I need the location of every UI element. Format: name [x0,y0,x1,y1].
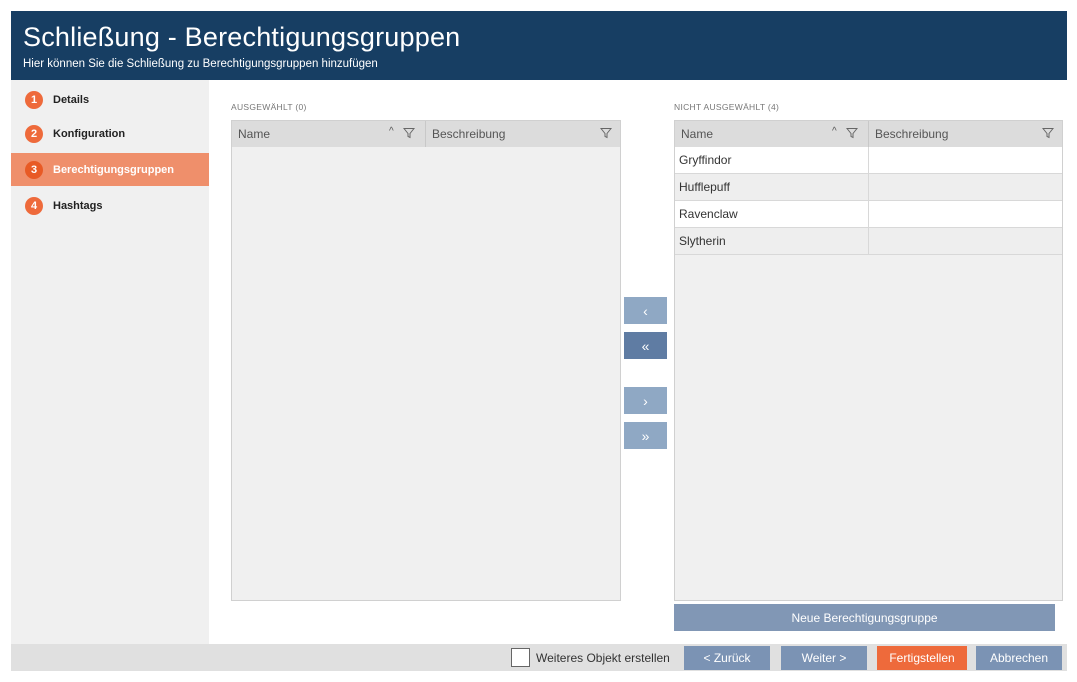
filter-icon[interactable] [846,127,858,139]
create-another-label: Weiteres Objekt erstellen [536,650,670,665]
next-button[interactable]: Weiter > [781,646,867,670]
move-one-right-button[interactable]: › [624,387,667,414]
cell-beschreibung [868,147,1062,173]
step-label: Hashtags [53,199,103,212]
column-beschreibung[interactable]: Beschreibung [425,121,620,147]
selected-grid[interactable]: Name ^ Beschreibung [231,120,621,601]
table-row[interactable]: Slytherin [675,228,1062,255]
cell-name: Ravenclaw [679,207,738,221]
move-all-left-button[interactable]: « [624,332,667,359]
back-button[interactable]: < Zurück [684,646,770,670]
create-another-toggle[interactable]: Weiteres Objekt erstellen [511,648,670,667]
table-row[interactable]: Hufflepuff [675,174,1062,201]
footer-bar: Weiteres Objekt erstellen < Zurück Weite… [11,644,1067,671]
step-number: 4 [25,196,43,215]
finish-button[interactable]: Fertigstellen [877,646,967,670]
wizard-steps: 1 Details 2 Konfiguration 3 Berechtigung… [11,80,218,644]
header: Schließung - Berechtigungsgruppen Hier k… [11,11,1067,80]
column-name[interactable]: Name ^ [232,121,425,147]
filter-icon[interactable] [403,127,415,139]
selected-section-label: AUSGEWÄHLT (0) [231,102,307,112]
step-number: 2 [25,124,43,143]
step-label: Konfiguration [53,127,126,140]
column-name-label: Name [238,127,271,141]
step-number: 1 [25,90,43,109]
move-all-right-button[interactable]: » [624,422,667,449]
column-beschreibung-label: Beschreibung [875,127,949,141]
step-number: 3 [25,160,43,179]
sort-ascending-icon[interactable]: ^ [832,126,837,137]
cell-beschreibung [868,228,1062,254]
content-area: AUSGEWÄHLT (0) Name ^ Beschreibung ‹ « ›… [209,80,1067,644]
column-beschreibung[interactable]: Beschreibung [868,121,1062,147]
selected-grid-header: Name ^ Beschreibung [232,121,620,147]
step-label: Berechtigungsgruppen [53,163,175,176]
column-name[interactable]: Name ^ [675,121,868,147]
step-hashtags[interactable]: 4 Hashtags [11,189,209,222]
cell-name: Gryffindor [679,153,732,167]
unselected-grid-header: Name ^ Beschreibung [675,121,1062,147]
cell-beschreibung [868,174,1062,200]
step-konfiguration[interactable]: 2 Konfiguration [11,117,209,150]
unselected-section-label: NICHT AUSGEWÄHLT (4) [674,102,780,112]
column-beschreibung-label: Beschreibung [432,127,506,141]
table-row[interactable]: Ravenclaw [675,201,1062,228]
sort-ascending-icon[interactable]: ^ [389,126,394,137]
table-row[interactable]: Gryffindor [675,147,1062,174]
step-berechtigungsgruppen[interactable]: 3 Berechtigungsgruppen [11,153,218,186]
filter-icon[interactable] [600,127,612,139]
create-another-checkbox[interactable] [511,648,530,667]
cancel-button[interactable]: Abbrechen [976,646,1062,670]
page-subtitle: Hier können Sie die Schließung zu Berech… [23,58,378,70]
filter-icon[interactable] [1042,127,1054,139]
page-title: Schließung - Berechtigungsgruppen [23,22,461,52]
cell-name: Hufflepuff [679,180,730,194]
new-group-button[interactable]: Neue Berechtigungsgruppe [674,604,1055,631]
move-one-left-button[interactable]: ‹ [624,297,667,324]
cell-name: Slytherin [679,234,726,248]
step-label: Details [53,93,90,106]
step-details[interactable]: 1 Details [11,83,209,116]
cell-beschreibung [868,201,1062,227]
column-name-label: Name [681,127,714,141]
wizard-window: Schließung - Berechtigungsgruppen Hier k… [11,11,1067,671]
unselected-grid[interactable]: Name ^ Beschreibung Gryffindor Hufflepuf… [674,120,1063,601]
